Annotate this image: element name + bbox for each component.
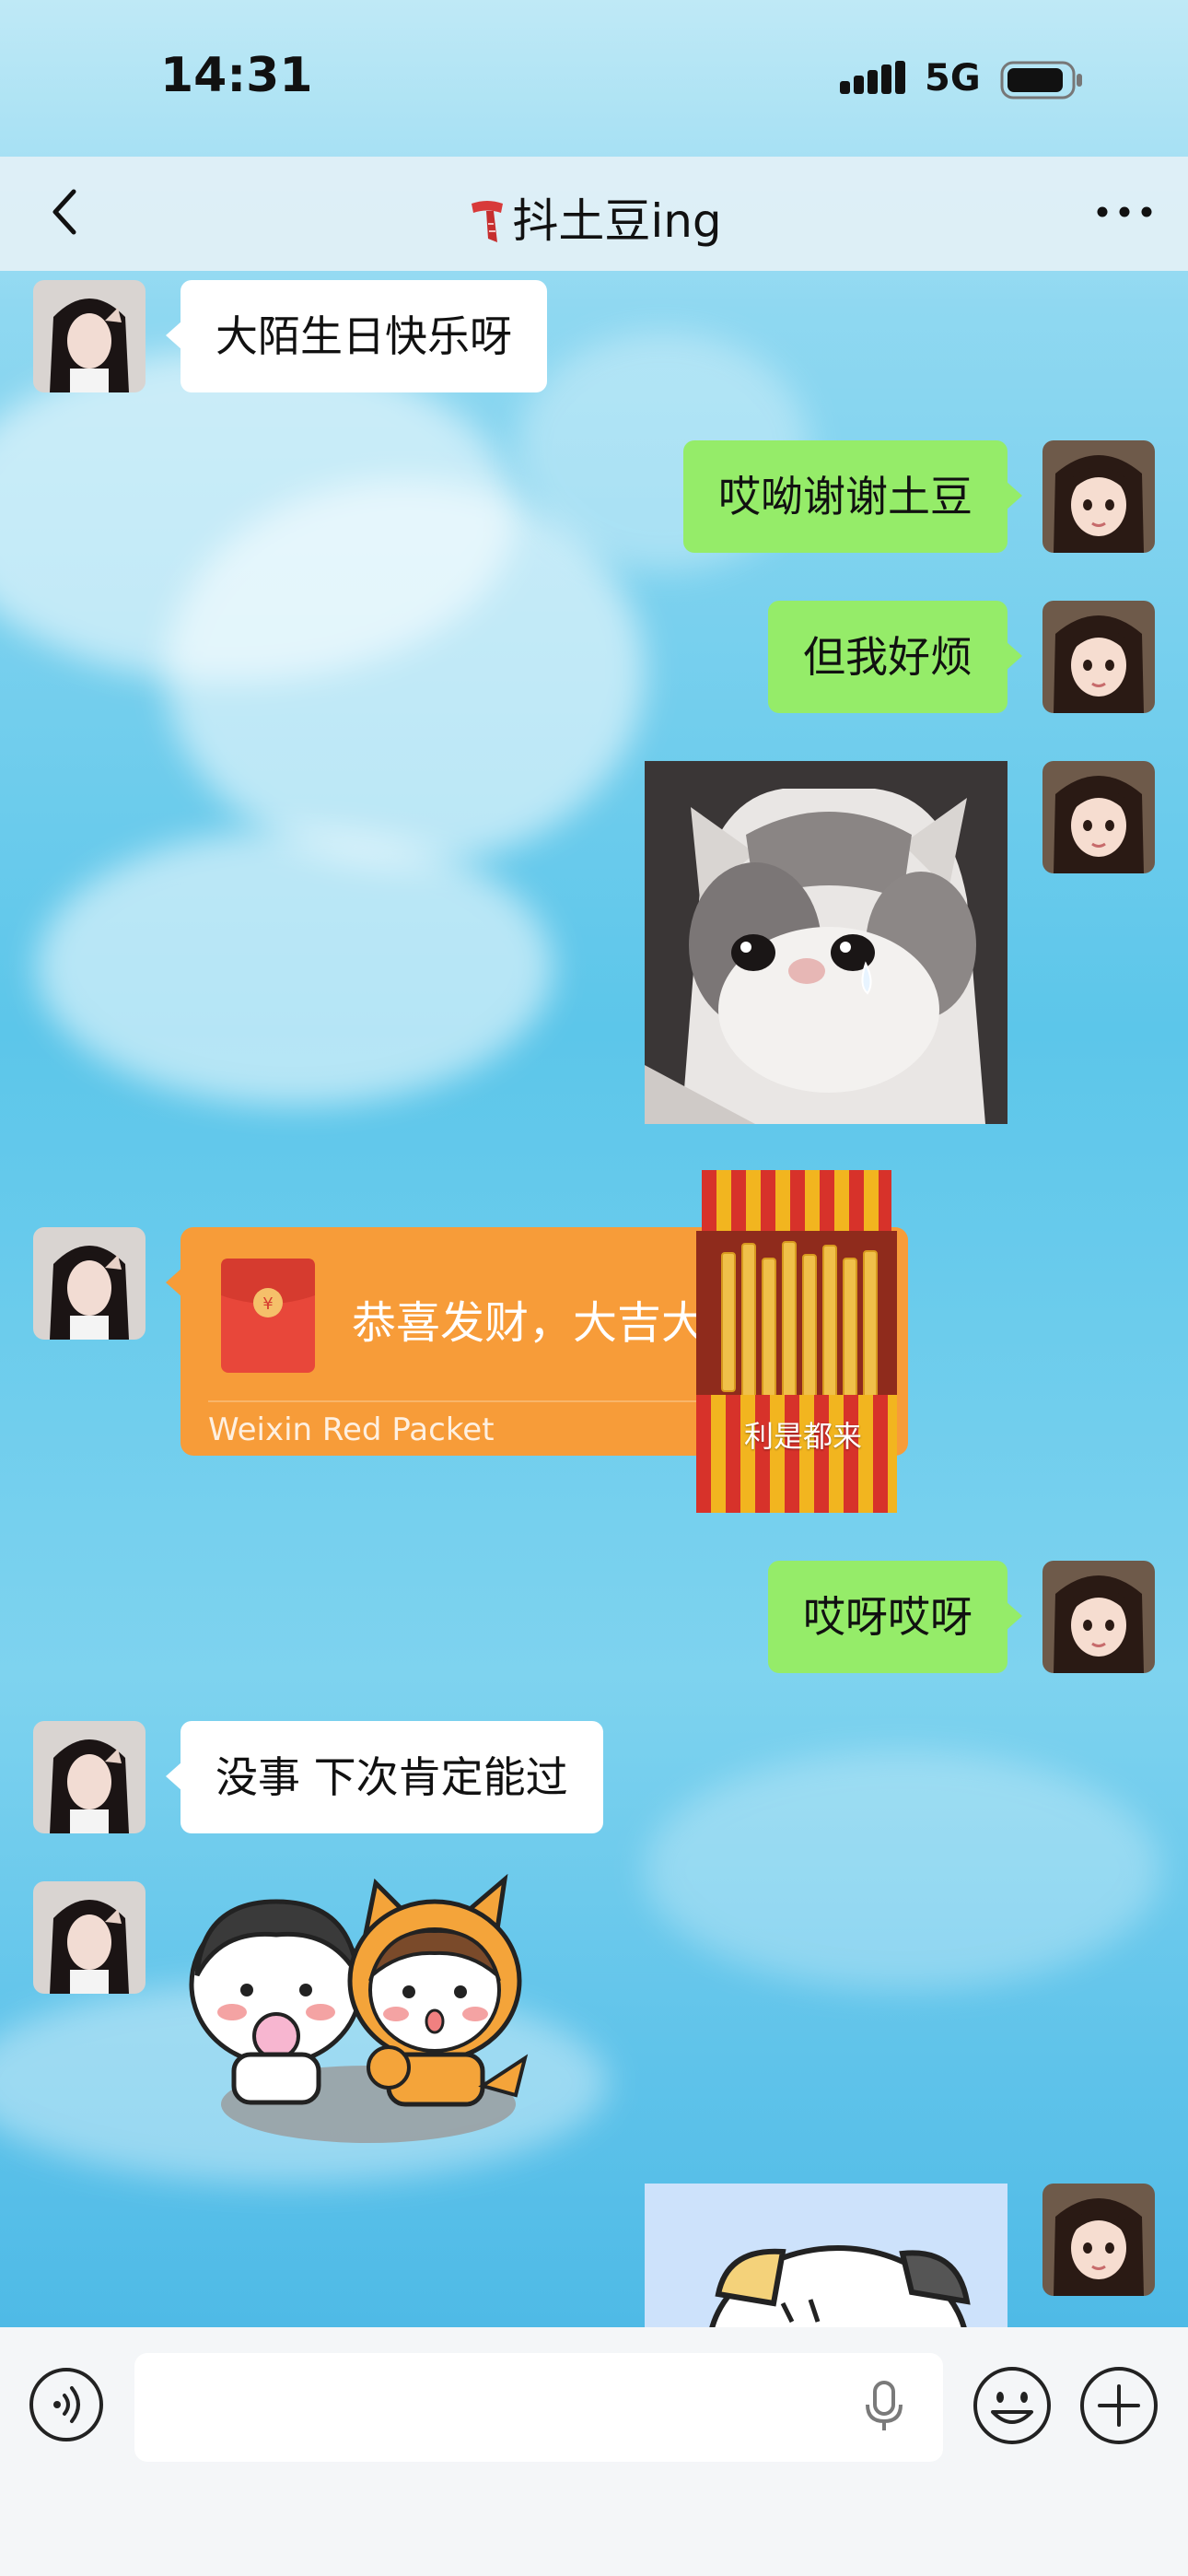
signal-icon [840, 61, 905, 94]
status-time: 14:31 [160, 48, 313, 103]
emoji-icon[interactable] [971, 2364, 1054, 2447]
more-dots-icon[interactable] [1092, 186, 1157, 238]
microphone-icon[interactable] [860, 2379, 908, 2434]
status-bar: 14:31 5G [0, 0, 1188, 157]
message-text: 没事 下次肯定能过 [215, 1752, 568, 1802]
chat-title: 抖土豆ing [0, 184, 1188, 251]
message-text: 但我好烦 [803, 632, 973, 682]
fries-cover-sticker [696, 1170, 897, 1513]
message-bubble-outgoing[interactable]: 哎呦谢谢土豆 [683, 440, 1022, 553]
message-text: 大陌生日快乐呀 [215, 311, 512, 361]
plus-icon[interactable] [1077, 2364, 1160, 2447]
scarf-emoji-icon [472, 201, 504, 242]
red-envelope-icon: ¥ [221, 1259, 315, 1373]
network-type: 5G [925, 57, 981, 100]
my-avatar[interactable] [1042, 2184, 1155, 2296]
message-input[interactable] [134, 2353, 943, 2462]
red-packet-label: Weixin Red Packet [208, 1411, 495, 1448]
voice-icon[interactable] [28, 2366, 105, 2443]
contact-avatar[interactable] [33, 1881, 146, 1994]
message-bubble-incoming[interactable]: 没事 下次肯定能过 [166, 1721, 603, 1833]
input-bar [0, 2327, 1188, 2576]
contact-avatar[interactable] [33, 1721, 146, 1833]
message-bubble-outgoing[interactable]: 但我好烦 [768, 601, 1022, 713]
crying-kitten-photo[interactable] [645, 761, 1007, 1124]
message-text: 哎呀哎呀 [803, 1592, 973, 1642]
chat-header: 抖土豆ing [0, 157, 1188, 271]
two-cartoon-kids-sticker[interactable] [175, 1874, 553, 2150]
contact-avatar[interactable] [33, 1227, 146, 1340]
message-text: 哎呦谢谢土豆 [718, 472, 973, 521]
my-avatar[interactable] [1042, 1561, 1155, 1673]
svg-text:¥: ¥ [262, 1294, 273, 1314]
message-bubble-incoming[interactable]: 大陌生日快乐呀 [166, 280, 547, 392]
message-bubble-outgoing[interactable]: 哎呀哎呀 [768, 1561, 1022, 1673]
chat-title-text: 抖土豆ing [512, 194, 722, 248]
red-packet-greeting: 恭喜发财，大吉大利 [352, 1297, 751, 1349]
cartoon-cat-image[interactable] [645, 2184, 1007, 2331]
battery-icon [1000, 61, 1082, 100]
my-avatar[interactable] [1042, 761, 1155, 873]
contact-avatar[interactable] [33, 280, 146, 392]
red-packet-cover-text: 利是都来 [744, 1419, 863, 1454]
my-avatar[interactable] [1042, 601, 1155, 713]
my-avatar[interactable] [1042, 440, 1155, 553]
